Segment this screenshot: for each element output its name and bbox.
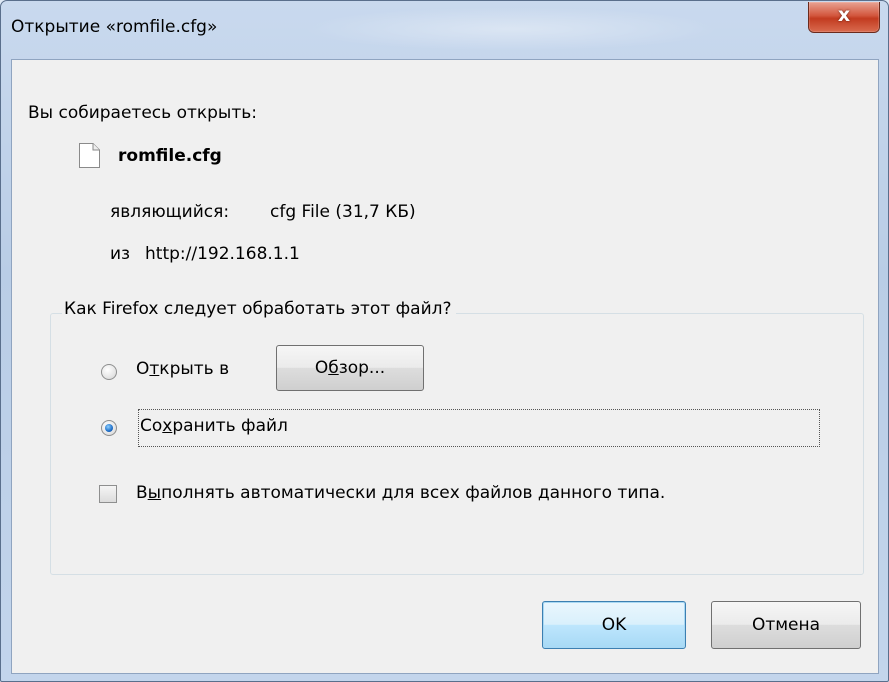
close-button[interactable]: x <box>808 2 880 33</box>
radio-selected-dot <box>105 424 113 432</box>
file-source-label: из <box>110 244 131 264</box>
window-title: Открытие «romfile.cfg» <box>11 17 218 37</box>
file-type-label: являющийся: <box>110 202 230 222</box>
cancel-button[interactable]: Отмена <box>711 601 861 649</box>
auto-action-label[interactable]: Выполнять автоматически для всех файлов … <box>136 483 665 503</box>
ok-button[interactable]: OK <box>542 601 686 649</box>
file-type-value: cfg File (31,7 КБ) <box>270 202 416 222</box>
save-file-radio[interactable] <box>101 420 117 436</box>
intro-text: Вы собираетесь открыть: <box>28 103 258 123</box>
close-icon: x <box>837 4 851 26</box>
file-source-value: http://192.168.1.1 <box>145 244 300 264</box>
title-bar-glow <box>301 7 721 51</box>
handling-group-legend: Как Firefox следует обработать этот файл… <box>62 299 456 319</box>
document-icon <box>79 143 100 168</box>
dialog-body: Вы собираетесь открыть: romfile.cfg явля… <box>11 59 879 674</box>
title-bar[interactable]: Открытие «romfile.cfg» x <box>1 1 888 59</box>
file-name: romfile.cfg <box>118 146 222 166</box>
open-with-label[interactable]: Открыть в <box>136 359 229 379</box>
save-file-label[interactable]: Сохранить файл <box>140 416 288 436</box>
dialog-window: Открытие «romfile.cfg» x Вы собираетесь … <box>0 0 889 682</box>
auto-action-checkbox[interactable] <box>99 485 117 503</box>
browse-button[interactable]: Обзор... <box>276 345 424 391</box>
open-with-radio[interactable] <box>101 364 117 380</box>
